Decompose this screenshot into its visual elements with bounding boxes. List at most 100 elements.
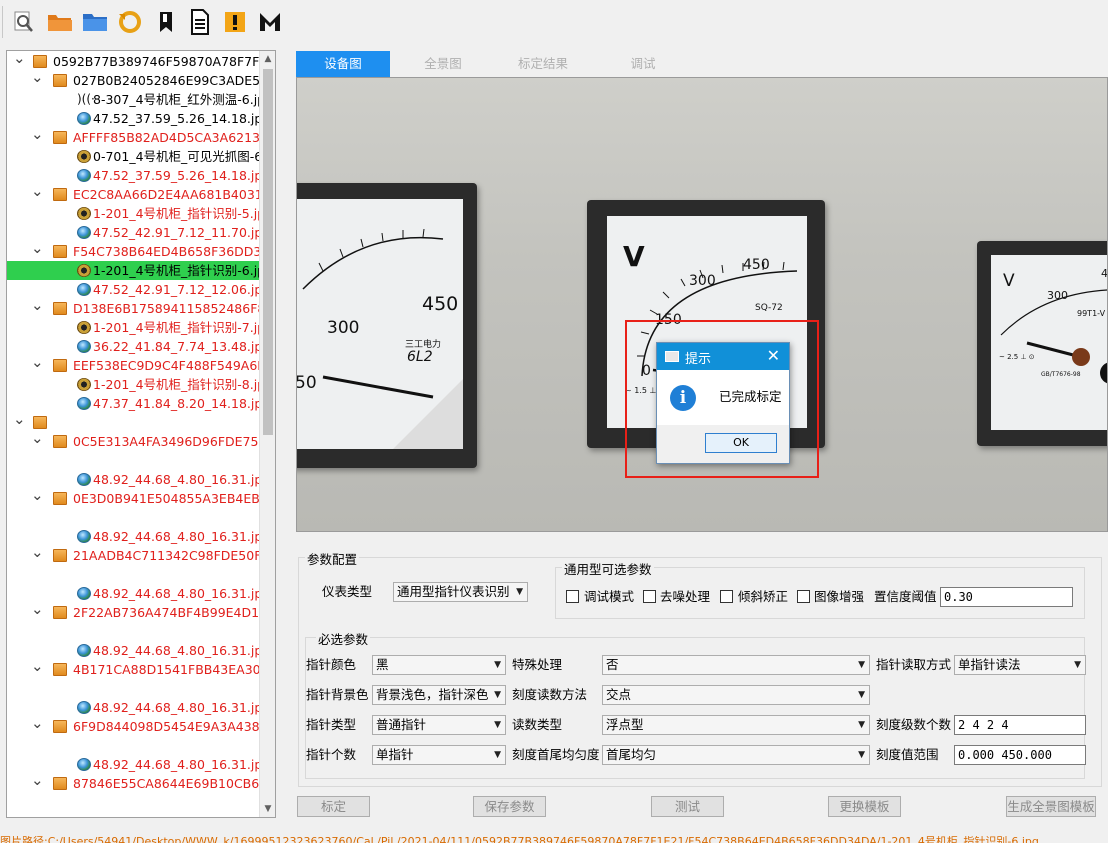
tab-panorama[interactable]: 全景图 bbox=[396, 51, 490, 77]
generate-panorama-button[interactable]: 生成全景图模板 bbox=[1006, 796, 1096, 817]
optional-params-title: 通用型可选参数 bbox=[562, 559, 654, 578]
tree-row[interactable]: ⌄ EC2C8AA66D2E4AA681B403184C bbox=[7, 185, 261, 204]
read-mode-select[interactable]: 单指针读法 ▼ bbox=[954, 655, 1086, 675]
tree-row[interactable]: 1-201_4号机柜_指针识别-5.jpg bbox=[7, 204, 261, 223]
scale-method-select[interactable]: 交点 ▼ bbox=[602, 685, 870, 705]
ok-button[interactable]: OK bbox=[705, 433, 777, 453]
search-doc-icon[interactable] bbox=[10, 8, 38, 36]
tab-debug[interactable]: 调试 bbox=[596, 51, 690, 77]
tree-row[interactable]: ⌄ 0C5E313A4FA3496D96FDE75228 bbox=[7, 432, 261, 451]
tree-row[interactable]: 36.22_41.84_7.74_13.48.jpg bbox=[7, 337, 261, 356]
chevron-down-icon[interactable]: ⌄ bbox=[31, 432, 44, 451]
tree-row[interactable] bbox=[7, 622, 261, 641]
tree-row[interactable]: 47.52_37.59_5.26_14.18.jpg bbox=[7, 166, 261, 185]
tab-calibration-result[interactable]: 标定结果 bbox=[496, 51, 590, 77]
tree-row[interactable]: 48.92_44.68_4.80_16.31.jpg bbox=[7, 584, 261, 603]
chevron-down-icon[interactable]: ⌄ bbox=[31, 774, 44, 793]
tree-row[interactable]: 1-201_4号机柜_指针识别-6.jpg bbox=[7, 261, 261, 280]
refresh-icon[interactable] bbox=[116, 8, 144, 36]
scrollbar-thumb[interactable] bbox=[263, 69, 273, 435]
tab-device-image[interactable]: 设备图 bbox=[296, 51, 390, 77]
tree-row[interactable]: 48.92_44.68_4.80_16.31.jpg bbox=[7, 470, 261, 489]
tree-row[interactable] bbox=[7, 679, 261, 698]
test-button[interactable]: 测试 bbox=[651, 796, 724, 817]
save-params-button[interactable]: 保存参数 bbox=[473, 796, 546, 817]
needle-color-select[interactable]: 黑 ▼ bbox=[372, 655, 506, 675]
tree-row[interactable]: ⌄ F54C738B64ED4B658F36DD34DA bbox=[7, 242, 261, 261]
deskew-checkbox[interactable] bbox=[720, 590, 733, 603]
tree-row[interactable]: ⌄ 87846E55CA8644E69B10CB692C bbox=[7, 774, 261, 793]
chevron-down-icon[interactable]: ⌄ bbox=[31, 660, 44, 679]
tree-row[interactable]: 47.52_42.91_7.12_12.06.jpg bbox=[7, 280, 261, 299]
scroll-up-icon[interactable]: ▲ bbox=[260, 51, 275, 67]
chevron-down-icon[interactable]: ⌄ bbox=[31, 71, 44, 90]
folder-icon bbox=[53, 359, 67, 372]
tree-row[interactable]: 1-201_4号机柜_指针识别-8.jpg bbox=[7, 375, 261, 394]
tree-row[interactable]: ⌄ 6F9D844098D5454E9A3A438687 bbox=[7, 717, 261, 736]
tree-row[interactable]: ⌄ 2F22AB736A474BF4B99E4D12CA bbox=[7, 603, 261, 622]
tree-scrollbar[interactable]: ▲ ▼ bbox=[259, 51, 275, 817]
chevron-down-icon[interactable]: ⌄ bbox=[13, 52, 26, 71]
chevron-down-icon[interactable]: ⌄ bbox=[31, 489, 44, 508]
tree-row[interactable]: ⌄ 0E3D0B941E504855A3EB4EB4DF bbox=[7, 489, 261, 508]
chevron-down-icon[interactable]: ⌄ bbox=[31, 128, 44, 147]
confidence-input[interactable]: 0.30 bbox=[940, 587, 1073, 607]
tree-row[interactable]: 47.37_41.84_8.20_14.18.jpg bbox=[7, 394, 261, 413]
file-tree[interactable]: ⌄ 0592B77B389746F59870A78F7F1E21 ⌄ 027B0B24… bbox=[6, 50, 276, 818]
warning-icon[interactable] bbox=[221, 8, 249, 36]
enhance-checkbox[interactable] bbox=[797, 590, 810, 603]
range-input[interactable]: 0.000 450.000 bbox=[954, 745, 1086, 765]
logo-m-icon[interactable] bbox=[256, 8, 284, 36]
tree-row[interactable]: 47.52_42.91_7.12_11.70.jpg bbox=[7, 223, 261, 242]
chevron-down-icon[interactable]: ⌄ bbox=[31, 242, 44, 261]
needle-count-select[interactable]: 单指针 ▼ bbox=[372, 745, 506, 765]
chevron-down-icon[interactable]: ⌄ bbox=[31, 717, 44, 736]
tree-row[interactable]: ⌄ EEF538EC9D9C4F488F549A6B721 bbox=[7, 356, 261, 375]
tree-row[interactable]: )((· 8-307_4号机柜_红外测温-6.jpg bbox=[7, 90, 261, 109]
bookmark-icon[interactable] bbox=[152, 8, 180, 36]
close-icon[interactable]: ✕ bbox=[767, 346, 780, 365]
tree-row[interactable]: 48.92_44.68_4.80_16.31.jpg bbox=[7, 698, 261, 717]
meter-type-select[interactable]: 通用型指针仪表识别 ▼ bbox=[393, 582, 528, 602]
replace-template-button[interactable]: 更换模板 bbox=[828, 796, 901, 817]
scale-levels-input[interactable]: 2 4 2 4 bbox=[954, 715, 1086, 735]
debug-mode-checkbox[interactable] bbox=[566, 590, 579, 603]
blue-folder-icon[interactable] bbox=[81, 8, 109, 36]
chevron-down-icon[interactable]: ⌄ bbox=[13, 413, 26, 432]
tree-item-label: 21AADB4C711342C98FDE50F267 bbox=[73, 548, 261, 563]
special-select[interactable]: 否 ▼ bbox=[602, 655, 870, 675]
tree-row[interactable]: 48.92_44.68_4.80_16.31.jpg bbox=[7, 755, 261, 774]
tree-row[interactable]: ⌄ 027B0B24052846E99C3ADE570C bbox=[7, 71, 261, 90]
scroll-down-icon[interactable]: ▼ bbox=[260, 801, 275, 817]
tree-row[interactable]: 48.92_44.68_4.80_16.31.jpg bbox=[7, 527, 261, 546]
document-icon[interactable] bbox=[186, 8, 214, 36]
tree-row[interactable]: 47.52_37.59_5.26_14.18.jpg bbox=[7, 109, 261, 128]
tree-row[interactable] bbox=[7, 508, 261, 527]
tree-row[interactable]: ⌄ 4B171CA88D1541FBB43EA309A5 bbox=[7, 660, 261, 679]
chevron-down-icon[interactable]: ⌄ bbox=[31, 185, 44, 204]
denoise-checkbox[interactable] bbox=[643, 590, 656, 603]
tree-row[interactable]: 1-201_4号机柜_指针识别-7.jpg bbox=[7, 318, 261, 337]
calibrate-button[interactable]: 标定 bbox=[297, 796, 370, 817]
background-select[interactable]: 背景浅色，指针深色 ▼ bbox=[372, 685, 506, 705]
dialog-titlebar[interactable]: 提示 ✕ bbox=[657, 343, 789, 370]
tree-row[interactable] bbox=[7, 451, 261, 470]
signal-icon: )((· bbox=[77, 92, 95, 106]
tree-row[interactable]: ⌄ bbox=[7, 413, 261, 432]
open-folder-icon[interactable] bbox=[46, 8, 74, 36]
chevron-down-icon[interactable]: ⌄ bbox=[31, 299, 44, 318]
tree-row[interactable] bbox=[7, 736, 261, 755]
tree-row[interactable]: ⌄ 0592B77B389746F59870A78F7F1E21 bbox=[7, 52, 261, 71]
tree-row[interactable]: 48.92_44.68_4.80_16.31.jpg bbox=[7, 641, 261, 660]
needle-type-select[interactable]: 普通指针 ▼ bbox=[372, 715, 506, 735]
chevron-down-icon[interactable]: ⌄ bbox=[31, 546, 44, 565]
chevron-down-icon[interactable]: ⌄ bbox=[31, 603, 44, 622]
tree-row[interactable] bbox=[7, 565, 261, 584]
tree-row[interactable]: 0-701_4号机柜_可见光抓图-6.jpg bbox=[7, 147, 261, 166]
tree-row[interactable]: ⌄ 21AADB4C711342C98FDE50F267 bbox=[7, 546, 261, 565]
tree-row[interactable]: ⌄ D138E6B175894115852486F861E bbox=[7, 299, 261, 318]
chevron-down-icon[interactable]: ⌄ bbox=[31, 356, 44, 375]
reading-type-select[interactable]: 浮点型 ▼ bbox=[602, 715, 870, 735]
uniformity-select[interactable]: 首尾均匀 ▼ bbox=[602, 745, 870, 765]
tree-row[interactable]: ⌄ AFFFF85B82AD4D5CA3A62135DE bbox=[7, 128, 261, 147]
